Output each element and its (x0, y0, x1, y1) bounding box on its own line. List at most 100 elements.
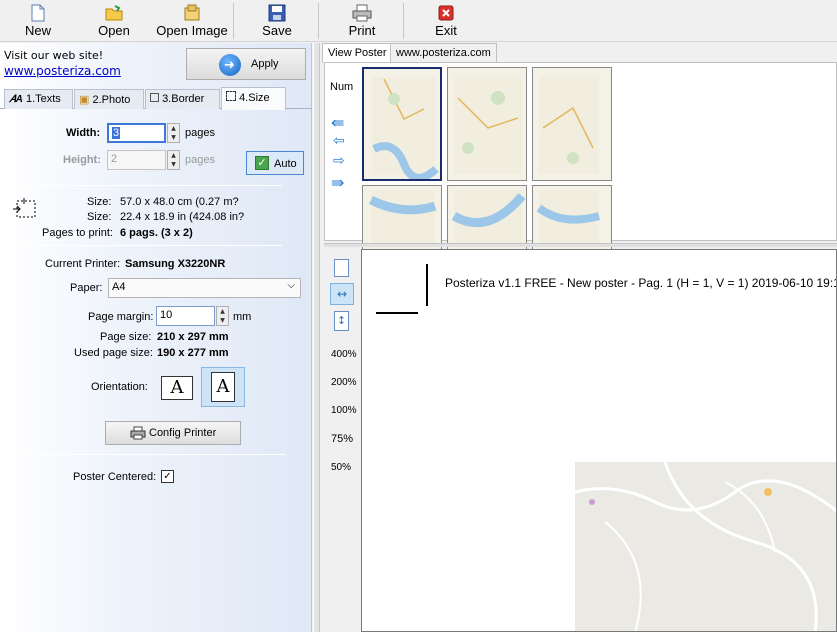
first-page-icon[interactable]: ⇚ (331, 113, 344, 132)
size-icon (226, 91, 236, 101)
page-thumbnails: Num ⇚ ⇦ ⇨ ⇛ (324, 62, 837, 299)
page-preview: Posteriza v1.1 FREE - New poster - Pag. … (361, 249, 837, 632)
map-preview-image (575, 462, 836, 631)
tab-size[interactable]: 4.Size (221, 87, 286, 110)
page-thumbnail[interactable] (447, 67, 527, 181)
zoom-75[interactable]: 75% (331, 433, 353, 445)
portrait-orientation-button[interactable]: A (201, 367, 245, 407)
page-size-value: 210 x 297 mm (157, 331, 229, 343)
poster-centered-checkbox[interactable]: ✓ (161, 470, 174, 483)
next-page-icon[interactable]: ⇨ (333, 153, 345, 169)
map-thumbnail-image (372, 77, 439, 179)
config-printer-label: Config Printer (149, 427, 217, 439)
fit-width-icon[interactable]: ↔ (330, 283, 354, 305)
open-image-label: Open Image (156, 23, 228, 38)
open-image-icon (184, 4, 200, 21)
new-button[interactable]: New (18, 2, 58, 40)
settings-tabs: 𝐴A 1.Texts ▣ 2.Photo 3.Border 4.Size (0, 87, 312, 110)
tab-view-poster[interactable]: View Poster (322, 43, 393, 63)
crop-mark (376, 312, 418, 314)
poster-size-icon (13, 198, 36, 218)
tab-border-label: 3.Border (162, 93, 205, 105)
page-margin-stepper[interactable]: ▲ ▼ (216, 306, 229, 326)
paper-value: A4 (112, 281, 126, 293)
current-printer-label: Current Printer: (45, 258, 121, 270)
open-button[interactable]: Open (94, 2, 134, 40)
printer-icon (352, 4, 372, 22)
fit-page-icon[interactable] (334, 259, 349, 277)
fit-height-icon[interactable]: ↕ (334, 311, 349, 331)
size-in-value: 22.4 x 18.9 in (424.08 in? (120, 211, 245, 223)
portrait-glyph-box: A (211, 372, 235, 402)
photo-icon: ▣ (79, 94, 90, 106)
printer-icon (130, 426, 146, 440)
print-label: Print (348, 23, 376, 38)
tab-photo-label: 2.Photo (92, 94, 131, 106)
page-margin-value: 10 (160, 309, 173, 321)
pane-splitter[interactable] (313, 43, 320, 632)
zoom-50[interactable]: 50% (331, 462, 351, 473)
page-margin-input[interactable]: 10 (156, 306, 215, 326)
height-input[interactable]: 2 (107, 150, 166, 170)
last-page-icon[interactable]: ⇛ (331, 173, 344, 192)
poster-centered-label: Poster Centered: (73, 471, 157, 483)
checkmark-icon: ✓ (163, 471, 172, 482)
config-printer-button[interactable]: Config Printer (105, 421, 241, 445)
size-in-label: Size: (87, 211, 112, 223)
tab-photo[interactable]: ▣ 2.Photo (74, 89, 144, 109)
new-label: New (24, 23, 51, 38)
new-file-icon (31, 4, 45, 22)
open-image-button[interactable]: Open Image (152, 2, 232, 40)
exit-label: Exit (435, 23, 457, 38)
page-margin-unit: mm (233, 311, 252, 323)
size-cm-label: Size: (87, 196, 112, 208)
texts-icon: 𝐴A (9, 94, 23, 105)
tab-website[interactable]: www.posteriza.com (390, 43, 497, 62)
auto-button[interactable]: ✓ Auto (246, 151, 304, 175)
width-label: Width: (66, 127, 101, 139)
width-unit: pages (185, 127, 215, 139)
portrait-glyph: A (216, 376, 230, 397)
horizontal-splitter[interactable] (324, 243, 837, 247)
zoom-100[interactable]: 100% (331, 405, 357, 416)
page-size-label: Page size: (100, 331, 152, 343)
tab-border[interactable]: 3.Border (145, 89, 220, 109)
save-button[interactable]: Save (257, 2, 297, 40)
used-page-size-label: Used page size: (74, 347, 153, 359)
width-input[interactable]: 3 (107, 123, 166, 143)
divider (19, 245, 282, 246)
paper-select[interactable]: A4 ⌵ (108, 278, 301, 298)
website-link[interactable]: www.posteriza.com (4, 64, 121, 78)
map-thumbnail-image (368, 190, 437, 246)
folder-icon (105, 5, 123, 21)
height-stepper[interactable]: ▲ ▼ (167, 150, 180, 170)
preview-panel: View Poster www.posteriza.com Num ⇚ ⇦ ⇨ … (320, 43, 837, 632)
page-thumbnail[interactable] (532, 67, 612, 181)
chevron-down-icon: ⌵ (287, 280, 295, 291)
auto-label: Auto (274, 158, 297, 170)
landscape-glyph: A (170, 377, 184, 398)
map-thumbnail-image (454, 76, 522, 174)
size-cm-value: 57.0 x 48.0 cm (0.27 m? (120, 196, 239, 208)
width-stepper[interactable]: ▲ ▼ (167, 123, 180, 143)
zoom-200[interactable]: 200% (331, 377, 357, 388)
tab-website-label: www.posteriza.com (396, 47, 491, 59)
height-label: Height: (63, 154, 101, 166)
apply-button[interactable]: ➜ Apply (186, 48, 306, 80)
toolbar: New Open Open Image Save Print Exit (0, 0, 837, 42)
divider (19, 454, 285, 455)
page-margin-label: Page margin: (88, 311, 154, 323)
tab-texts-label: 1.Texts (25, 93, 61, 105)
exit-button[interactable]: Exit (428, 2, 464, 40)
page-thumbnail[interactable] (362, 67, 442, 181)
landscape-orientation-button[interactable]: A (161, 376, 193, 400)
zoom-400[interactable]: 400% (331, 349, 357, 360)
tab-view-poster-label: View Poster (328, 47, 387, 59)
print-button[interactable]: Print (340, 2, 384, 40)
save-label: Save (262, 23, 292, 38)
border-icon (150, 93, 159, 102)
tab-texts[interactable]: 𝐴A 1.Texts (4, 89, 73, 109)
pages-to-print-label: Pages to print: (42, 227, 113, 239)
prev-page-icon[interactable]: ⇦ (333, 133, 345, 149)
orientation-label: Orientation: (91, 381, 148, 393)
